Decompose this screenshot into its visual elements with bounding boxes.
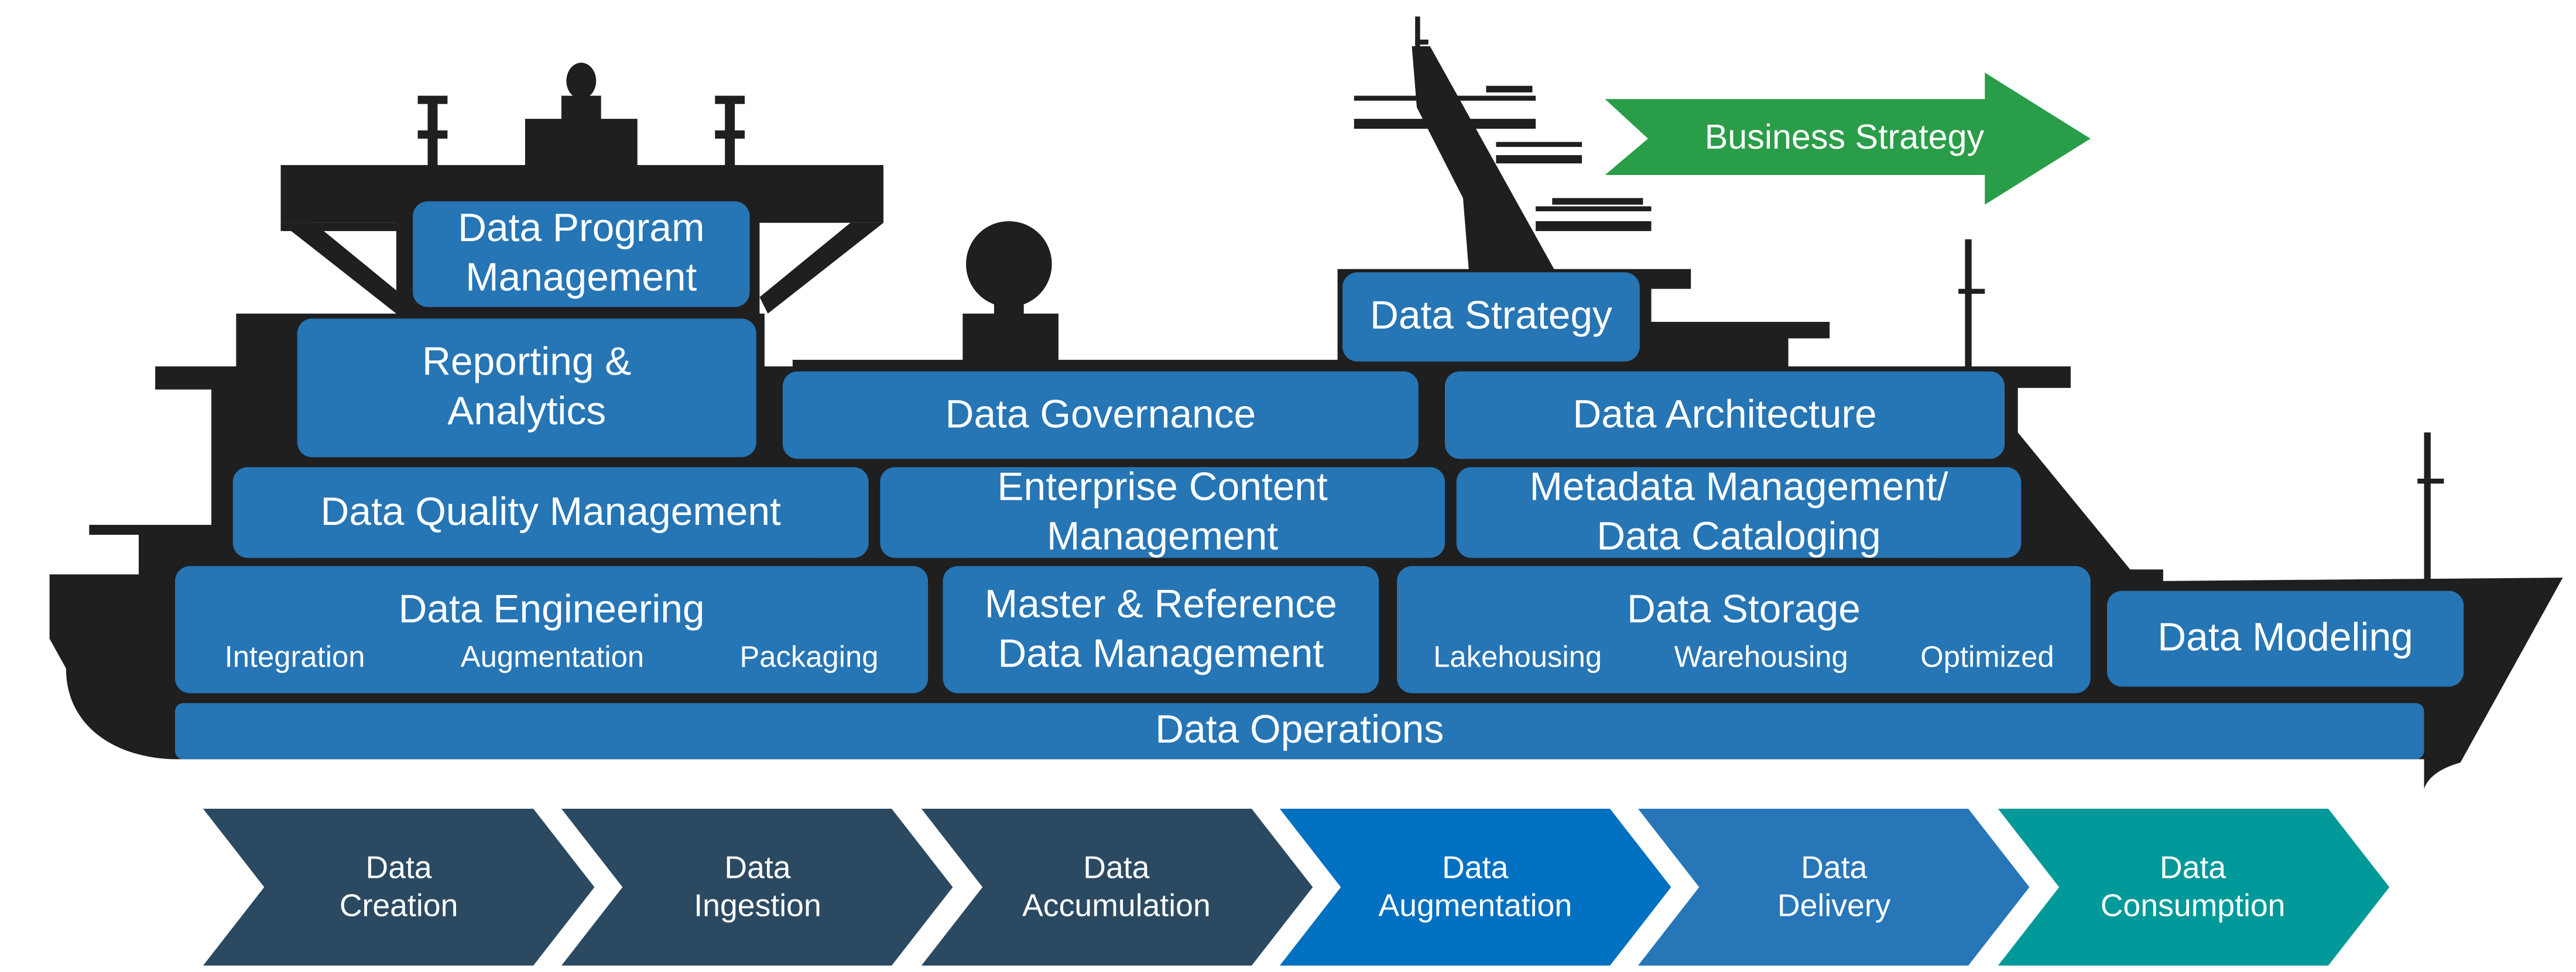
sub-label-optimized: Optimized xyxy=(1920,639,2054,673)
box-label: Data Strategy xyxy=(1369,294,1612,339)
lifecycle-step: Data Creation xyxy=(203,809,595,966)
box-label: Master & Reference Data Management xyxy=(984,582,1337,676)
sub-label-integration: Integration xyxy=(224,639,365,673)
box-enterprise-content-management: Enterprise Content Management xyxy=(880,465,1445,559)
sub-label-lakehousing: Lakehousing xyxy=(1433,639,1602,673)
box-data-strategy: Data Strategy xyxy=(1342,272,1640,362)
box-data-engineering: Data Engineering Integration Augmentatio… xyxy=(174,566,929,693)
box-data-operations: Data Operations xyxy=(174,703,2424,760)
box-label: Enterprise Content Management xyxy=(997,464,1328,559)
box-master-reference-data: Master & Reference Data Management xyxy=(943,566,1379,693)
box-label: Data Quality Management xyxy=(320,489,781,534)
box-data-storage: Data Storage Lakehousing Warehousing Opt… xyxy=(1397,566,2091,693)
lifecycle-step: Data Accumulation xyxy=(920,809,1313,966)
sub-label-packaging: Packaging xyxy=(739,639,879,673)
box-label: Data Governance xyxy=(945,391,1256,437)
business-strategy-label: Business Strategy xyxy=(1704,119,1985,157)
diagram-canvas: Business Strategy Data Program Managemen… xyxy=(0,0,2576,972)
lifecycle-step-label: Data Delivery xyxy=(1777,850,1891,924)
box-label: Data Modeling xyxy=(2157,616,2413,661)
box-label: Reporting & Analytics xyxy=(422,340,632,434)
lifecycle-step: Data Consumption xyxy=(1997,809,2389,966)
lifecycle-step-label: Data Creation xyxy=(339,850,458,924)
box-label: Metadata Management/ Data Cataloging xyxy=(1529,464,1948,559)
sub-capabilities: Lakehousing Warehousing Optimized xyxy=(1397,638,2091,674)
box-data-program-management: Data Program Management xyxy=(413,201,750,307)
lifecycle-step: Data Ingestion xyxy=(561,809,954,966)
lifecycle-step-label: Data Accumulation xyxy=(1022,850,1211,924)
sub-label-warehousing: Warehousing xyxy=(1674,639,1848,673)
box-metadata-management: Metadata Management/ Data Cataloging xyxy=(1456,465,2022,559)
box-data-architecture: Data Architecture xyxy=(1444,371,2005,459)
box-data-modeling: Data Modeling xyxy=(2106,590,2464,687)
box-reporting-analytics: Reporting & Analytics xyxy=(297,318,756,458)
lifecycle-step: Data Augmentation xyxy=(1279,809,1671,966)
box-label: Data Storage xyxy=(1626,586,1861,631)
aft-funnel xyxy=(525,119,638,169)
box-label: Data Program Management xyxy=(458,206,705,301)
sub-label-augmentation: Augmentation xyxy=(460,639,645,673)
mid-radar-dome xyxy=(965,221,1052,307)
box-label: Data Engineering xyxy=(398,586,705,631)
sub-capabilities: Integration Augmentation Packaging xyxy=(175,638,928,674)
box-label: Data Architecture xyxy=(1573,391,1877,437)
lifecycle-step-label: Data Ingestion xyxy=(694,850,821,924)
aft-radar-dome xyxy=(566,63,597,99)
fore-mast xyxy=(1965,239,1972,372)
lifecycle-step: Data Delivery xyxy=(1638,809,2030,966)
box-data-quality-management: Data Quality Management xyxy=(232,467,869,558)
bow-mast xyxy=(2424,432,2431,581)
lifecycle-step-label: Data Augmentation xyxy=(1378,850,1573,924)
box-data-governance: Data Governance xyxy=(782,371,1419,459)
business-strategy-arrow: Business Strategy xyxy=(1605,73,2094,205)
box-label: Data Operations xyxy=(1155,707,1444,753)
lifecycle-step-label: Data Consumption xyxy=(2100,850,2286,924)
